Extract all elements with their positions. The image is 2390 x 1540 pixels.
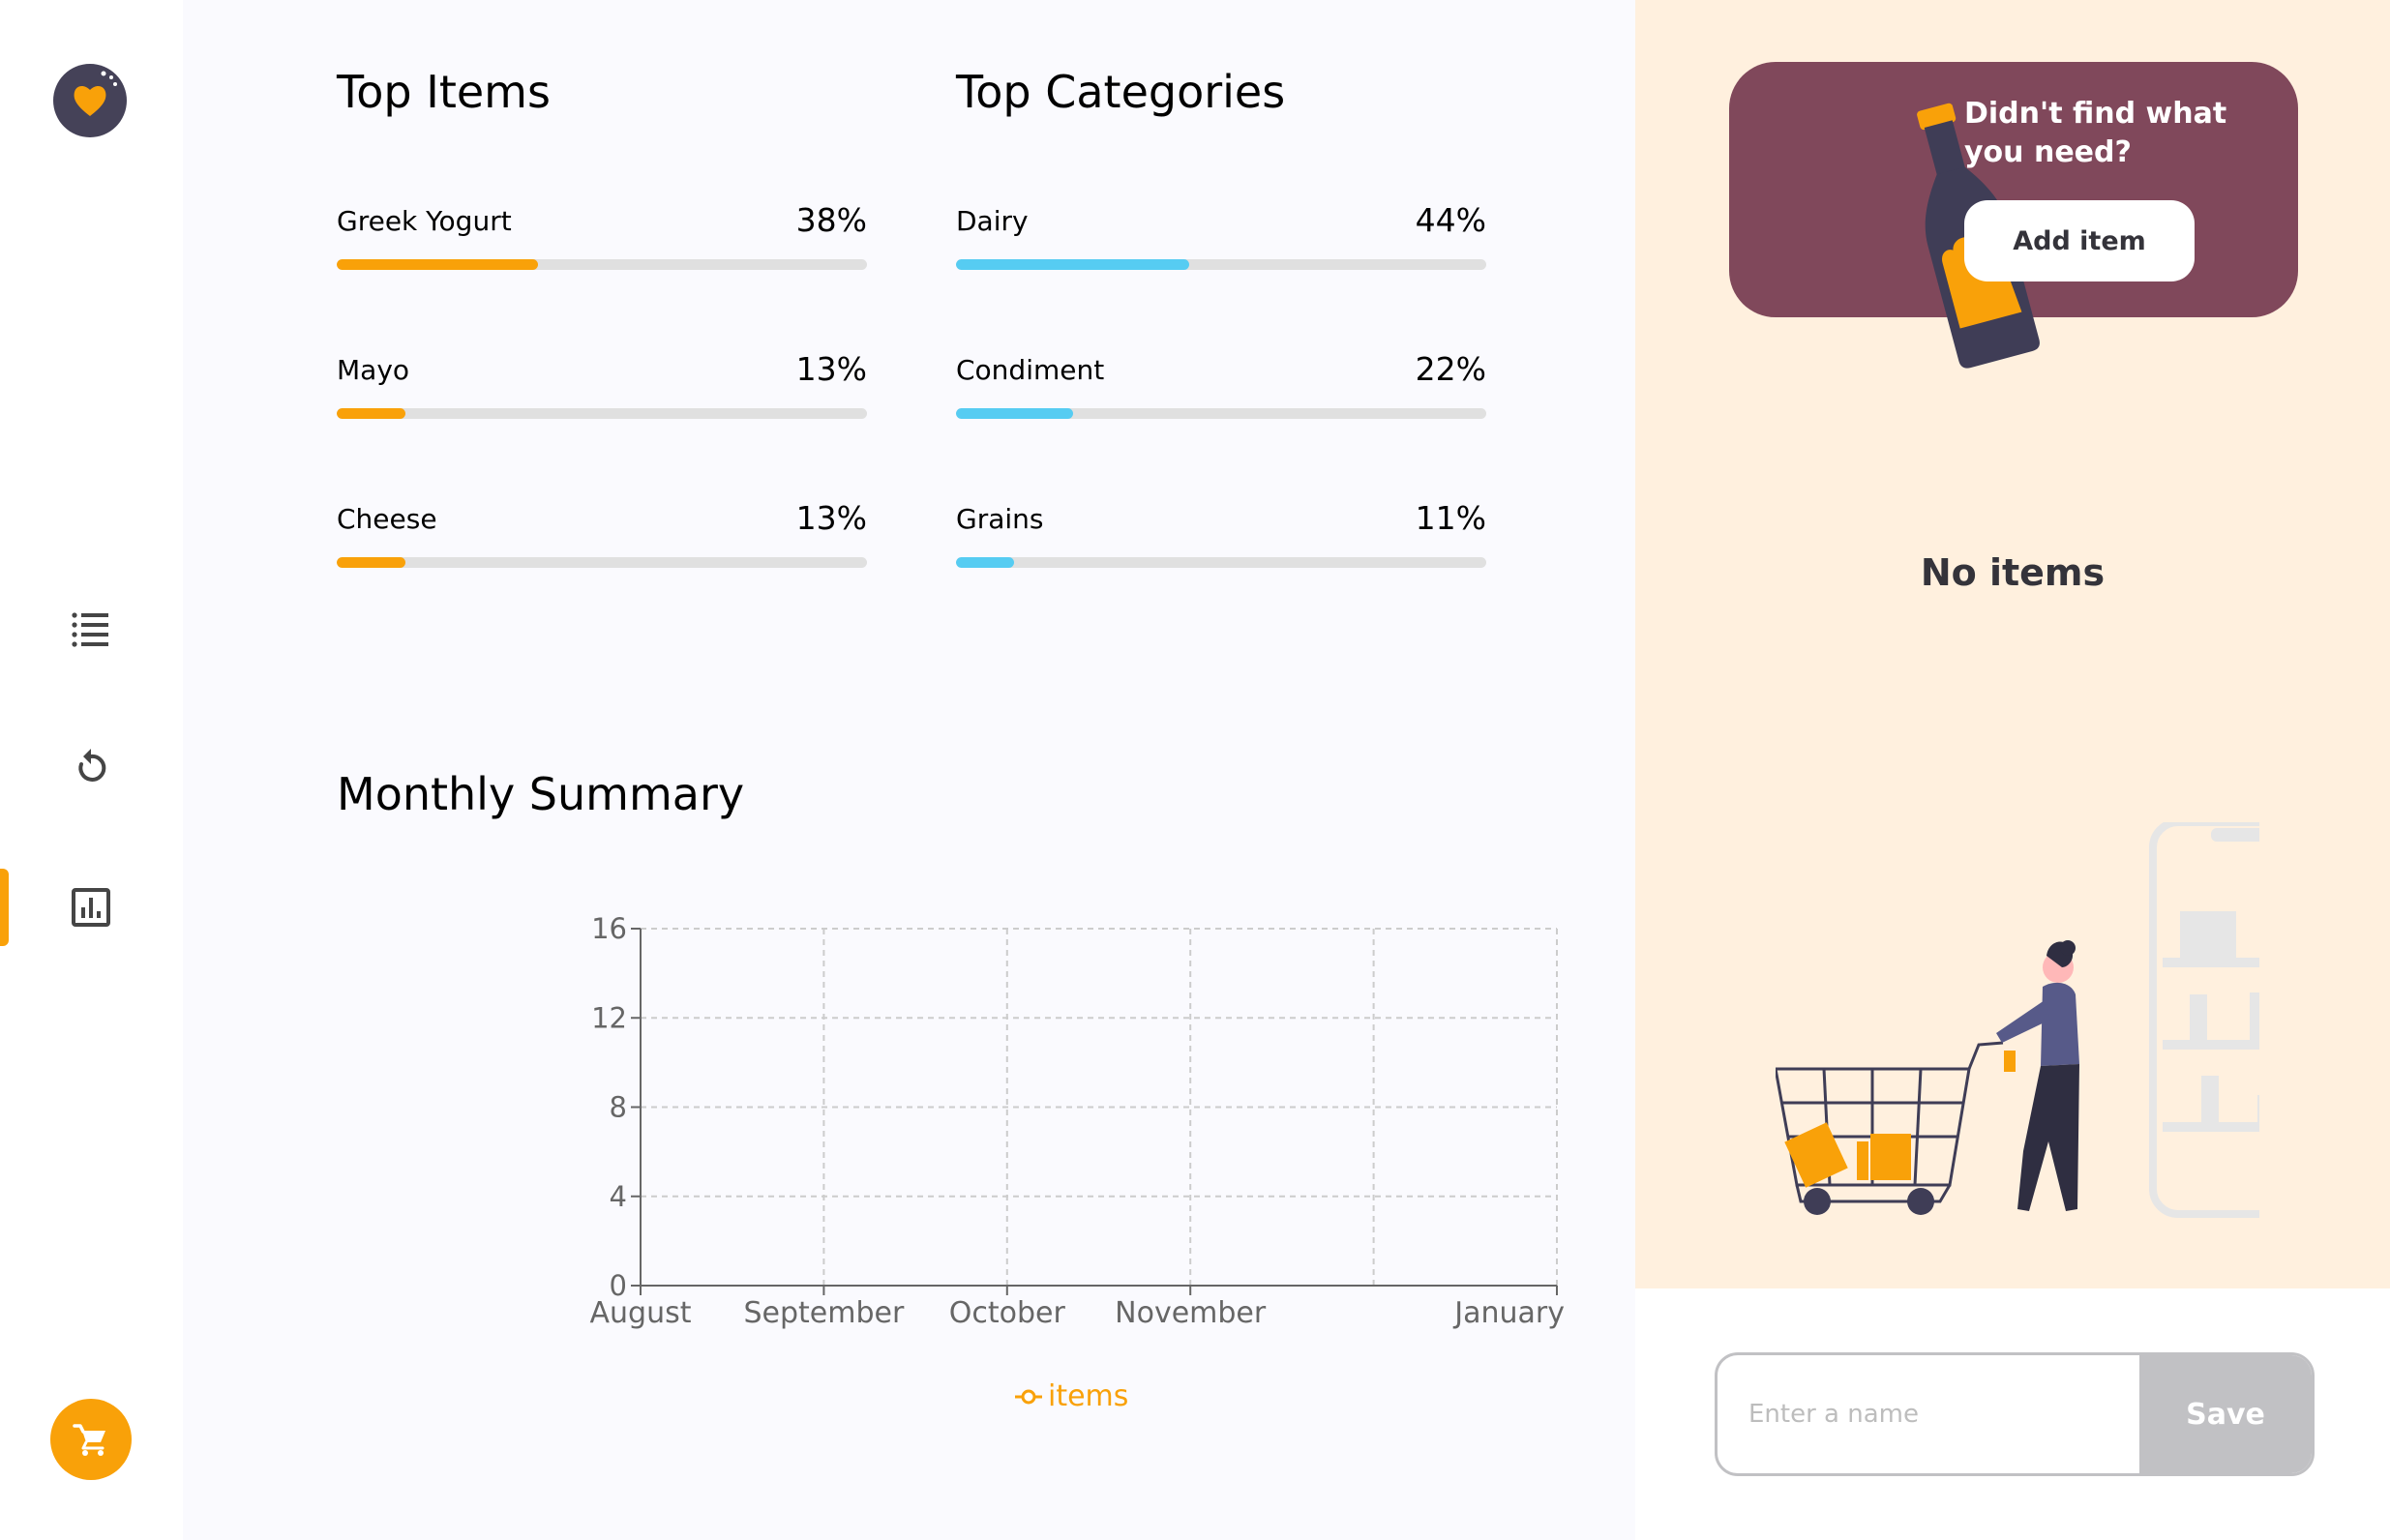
top-item-cheese: Cheese 13% <box>337 499 867 571</box>
x-tick-label: January <box>1452 1296 1565 1330</box>
y-tick-label: 4 <box>610 1180 627 1213</box>
legend-marker <box>1021 1389 1036 1405</box>
logo-icon <box>74 71 117 116</box>
cart-button[interactable] <box>50 1399 132 1480</box>
top-category-dairy: Dairy 44% <box>956 201 1486 273</box>
legend-label: items <box>1048 1379 1128 1413</box>
progress-fill <box>956 557 1015 568</box>
stat-label: Condiment <box>956 354 1105 386</box>
sidebar-item-statistics[interactable] <box>68 884 114 931</box>
logo[interactable] <box>53 64 127 137</box>
stat-value: 44% <box>1415 201 1486 239</box>
top-item-mayo: Mayo 13% <box>337 350 867 422</box>
progress-fill <box>337 408 406 419</box>
save-button[interactable]: Save <box>2139 1355 2312 1473</box>
statistics-panel: Top Items Greek Yogurt 38% Mayo 13% Chee… <box>183 0 1635 1540</box>
top-items-title: Top Items <box>337 66 551 118</box>
top-category-condiment: Condiment 22% <box>956 350 1486 422</box>
stat-value: 38% <box>795 201 867 239</box>
y-tick-label: 16 <box>591 912 627 945</box>
stat-label: Greek Yogurt <box>337 205 512 237</box>
add-item-button[interactable]: Add item <box>1964 200 2195 281</box>
progress-track <box>956 408 1486 419</box>
x-tick-label: October <box>949 1296 1066 1330</box>
sidebar <box>0 0 183 1540</box>
stat-label: Grains <box>956 503 1044 535</box>
top-item-greek-yogurt: Greek Yogurt 38% <box>337 201 867 273</box>
stat-label: Dairy <box>956 205 1029 237</box>
shopping-list-panel: Didn't find what you need? Add item No i… <box>1635 0 2390 1540</box>
stat-value: 13% <box>795 499 867 537</box>
empty-list-message: No items <box>1920 551 2106 594</box>
progress-track <box>956 557 1486 568</box>
chart-y-ticks: 0481216 <box>591 912 641 1302</box>
shopping-illustration <box>1776 822 2259 1218</box>
list-name-input[interactable] <box>1718 1355 2140 1473</box>
promo-text: Didn't find what you need? <box>1964 97 2227 169</box>
stat-value: 22% <box>1415 350 1486 388</box>
chart-grid <box>641 928 1558 1286</box>
stat-label: Cheese <box>337 503 437 535</box>
shopping-list-area: Didn't find what you need? Add item No i… <box>1635 0 2390 1288</box>
add-item-banner: Didn't find what you need? Add item <box>1729 62 2298 369</box>
stat-label: Mayo <box>337 354 410 386</box>
sidebar-item-list[interactable] <box>68 606 114 652</box>
progress-track <box>337 408 867 419</box>
progress-track <box>956 259 1486 270</box>
progress-fill <box>337 259 539 270</box>
y-tick-label: 12 <box>591 1001 627 1034</box>
cart-icon <box>73 1424 105 1456</box>
x-tick-label: September <box>743 1296 904 1330</box>
history-icon <box>78 749 106 782</box>
stat-value: 13% <box>795 350 867 388</box>
progress-track <box>337 259 867 270</box>
progress-fill <box>956 408 1073 419</box>
x-tick-label: August <box>590 1296 692 1330</box>
stat-value: 11% <box>1415 499 1486 537</box>
sidebar-item-history[interactable] <box>68 743 114 789</box>
active-nav-indicator <box>0 869 9 946</box>
chart-legend: items <box>1015 1379 1128 1413</box>
y-tick-label: 8 <box>610 1091 627 1124</box>
monthly-summary-title: Monthly Summary <box>337 768 745 820</box>
progress-fill <box>956 259 1190 270</box>
top-category-grains: Grains 11% <box>956 499 1486 571</box>
progress-fill <box>337 557 406 568</box>
x-tick-label: November <box>1115 1296 1267 1330</box>
list-name-form: Save <box>1715 1352 2315 1476</box>
statistics-icon <box>72 888 110 927</box>
list-icon <box>72 612 108 647</box>
chart-x-ticks: August September October November January <box>590 1286 1565 1330</box>
monthly-summary-chart: 0481216 August September October November Ja… <box>590 912 1566 1413</box>
progress-track <box>337 557 867 568</box>
top-categories-title: Top Categories <box>956 66 1286 118</box>
